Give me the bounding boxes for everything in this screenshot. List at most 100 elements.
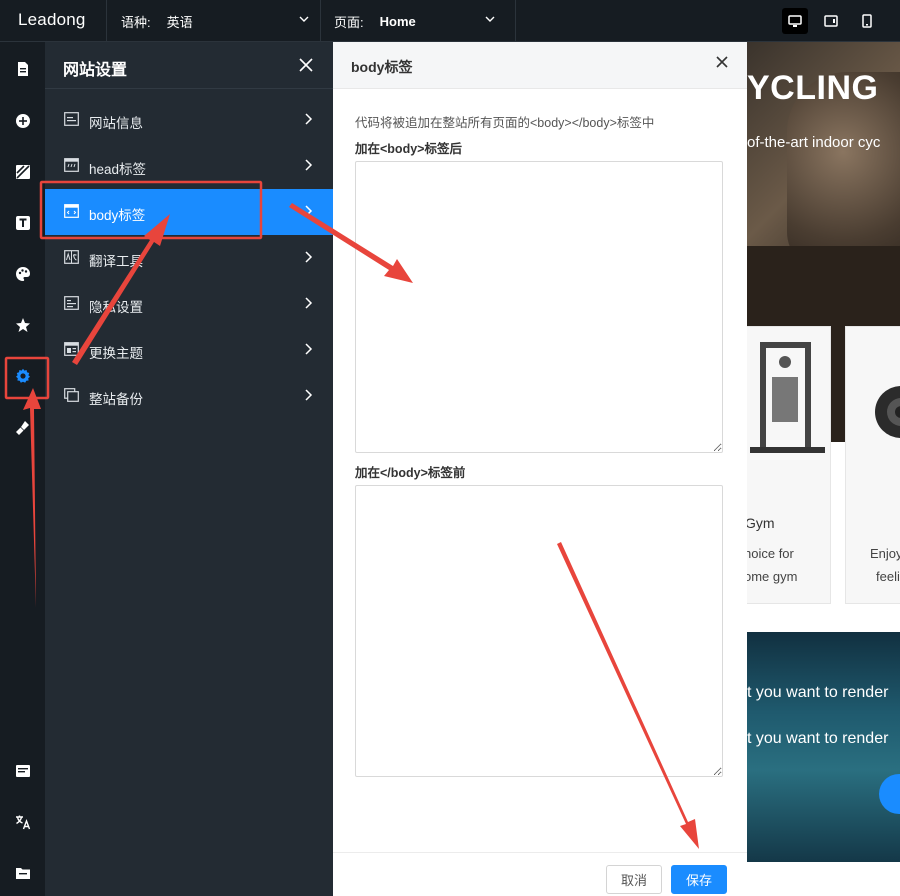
hero-title: YCLING bbox=[747, 69, 879, 107]
mobile-icon bbox=[862, 14, 872, 28]
menu-item-body-tag[interactable]: body标签 bbox=[45, 189, 333, 235]
chevron-right-icon bbox=[305, 297, 313, 309]
tablet-icon bbox=[824, 15, 838, 27]
dialog-footer: 取消 保存 bbox=[333, 852, 747, 896]
menu-item-privacy[interactable]: 隐私设置 bbox=[45, 281, 333, 327]
language-select[interactable]: 语种: 英语 bbox=[121, 0, 316, 42]
rail-files-button[interactable] bbox=[13, 863, 32, 882]
product-text: hoice for bbox=[747, 546, 794, 561]
rail-add-button[interactable] bbox=[13, 111, 32, 130]
backup-icon bbox=[64, 388, 79, 402]
menu-item-label: 更换主题 bbox=[89, 346, 143, 361]
menu-item-head-tag[interactable]: head标签 bbox=[45, 143, 333, 189]
menu-item-website-info[interactable]: 网站信息 bbox=[45, 97, 333, 143]
chevron-right-icon bbox=[305, 205, 313, 217]
theme-icon bbox=[64, 342, 79, 356]
dialog-description: 代码将被追加在整站所有页面的<body></body>标签中 bbox=[355, 116, 655, 130]
after-body-label: 加在<body>标签后 bbox=[355, 142, 462, 156]
rail-forms-button[interactable] bbox=[13, 761, 32, 780]
rail-effects-button[interactable] bbox=[13, 315, 32, 334]
translate-icon bbox=[15, 815, 30, 829]
editor-root: Leadong 语种: 英语 页面: Home 网站设置 网站信息 head标签… bbox=[0, 0, 900, 896]
menu-item-label: body标签 bbox=[89, 208, 146, 223]
page-value: Home bbox=[379, 13, 416, 29]
desktop-view-button[interactable] bbox=[782, 8, 808, 34]
product-title: Gym bbox=[747, 515, 775, 531]
banner-text: t you want to render bbox=[747, 684, 889, 701]
close-icon[interactable] bbox=[297, 56, 315, 74]
hero-subtitle: of-the-art indoor cyc bbox=[747, 134, 881, 151]
chevron-right-icon bbox=[305, 159, 313, 171]
left-rail bbox=[0, 42, 45, 896]
dialog-title: body标签 bbox=[351, 59, 413, 75]
top-bar: Leadong 语种: 英语 页面: Home bbox=[0, 0, 900, 42]
folder-icon bbox=[15, 867, 30, 879]
hero-image: YCLING of-the-art indoor cyc bbox=[747, 42, 900, 272]
rail-pages-button[interactable] bbox=[13, 59, 32, 78]
rail-language-button[interactable] bbox=[13, 812, 32, 831]
logo: Leadong bbox=[18, 10, 86, 29]
translate-tool-icon bbox=[64, 250, 79, 264]
before-body-end-textarea[interactable] bbox=[355, 485, 723, 777]
product-text: ome gym bbox=[747, 569, 798, 584]
divider bbox=[320, 0, 321, 42]
page-label: 页面: bbox=[334, 14, 364, 30]
divider bbox=[106, 0, 107, 42]
menu-item-label: head标签 bbox=[89, 162, 147, 177]
site-settings-panel: 网站设置 网站信息 head标签 body标签 翻译工具 隐私设置 更换主题 整… bbox=[45, 42, 333, 896]
text-icon bbox=[15, 215, 30, 230]
gym-machine-image bbox=[750, 342, 825, 453]
menu-item-label: 隐私设置 bbox=[89, 300, 143, 315]
form-icon bbox=[15, 764, 30, 777]
language-label: 语种: bbox=[121, 14, 151, 30]
star-icon bbox=[15, 317, 30, 332]
banner-text: t you want to render bbox=[747, 730, 889, 747]
rail-settings-button[interactable] bbox=[13, 366, 32, 385]
desktop-icon bbox=[788, 14, 802, 27]
site-preview: YCLING of-the-art indoor cyc Gym hoice f… bbox=[747, 42, 900, 896]
product-card[interactable]: Gym hoice for ome gym bbox=[747, 326, 831, 604]
chevron-right-icon bbox=[305, 389, 313, 401]
chevron-right-icon bbox=[305, 113, 313, 125]
rail-background-button[interactable] bbox=[13, 162, 32, 181]
product-text: Enjoy bbox=[870, 546, 900, 561]
gear-icon bbox=[15, 368, 30, 383]
mobile-view-button[interactable] bbox=[854, 8, 880, 34]
menu-item-change-theme[interactable]: 更换主题 bbox=[45, 327, 333, 373]
tablet-view-button[interactable] bbox=[818, 8, 844, 34]
body-tag-icon bbox=[64, 204, 79, 218]
page-icon bbox=[17, 61, 28, 76]
palette-icon bbox=[15, 266, 30, 281]
cancel-button[interactable]: 取消 bbox=[606, 865, 662, 894]
close-icon[interactable] bbox=[715, 55, 729, 69]
privacy-icon bbox=[64, 296, 79, 310]
website-info-icon bbox=[64, 112, 79, 126]
menu-item-label: 网站信息 bbox=[89, 116, 143, 131]
after-body-textarea[interactable] bbox=[355, 161, 723, 453]
panel-title: 网站设置 bbox=[63, 62, 128, 79]
preview-footer bbox=[747, 862, 900, 896]
rail-cleanup-button[interactable] bbox=[13, 418, 32, 437]
menu-item-label: 整站备份 bbox=[89, 392, 143, 407]
page-select[interactable]: 页面: Home bbox=[334, 0, 504, 42]
product-card[interactable]: Enjoy feeli bbox=[845, 326, 900, 604]
product-text: feeli bbox=[876, 569, 900, 584]
chevron-right-icon bbox=[305, 251, 313, 263]
panel-header: 网站设置 bbox=[45, 42, 333, 89]
head-tag-icon bbox=[64, 158, 79, 172]
language-value: 英语 bbox=[166, 14, 193, 30]
body-tag-dialog: body标签 代码将被追加在整站所有页面的<body></body>标签中 加在… bbox=[333, 42, 747, 896]
broom-icon bbox=[15, 420, 29, 435]
menu-item-site-backup[interactable]: 整站备份 bbox=[45, 373, 333, 419]
rail-text-button[interactable] bbox=[13, 213, 32, 232]
chevron-down-icon bbox=[485, 16, 495, 22]
dialog-header: body标签 bbox=[333, 42, 747, 89]
background-icon bbox=[15, 164, 30, 179]
chevron-down-icon bbox=[299, 16, 309, 22]
rail-theme-button[interactable] bbox=[13, 264, 32, 283]
plus-circle-icon bbox=[15, 113, 30, 128]
menu-item-label: 翻译工具 bbox=[89, 254, 143, 269]
menu-item-translate-tool[interactable]: 翻译工具 bbox=[45, 235, 333, 281]
save-button[interactable]: 保存 bbox=[671, 865, 727, 894]
dumbbell-image bbox=[875, 386, 900, 438]
